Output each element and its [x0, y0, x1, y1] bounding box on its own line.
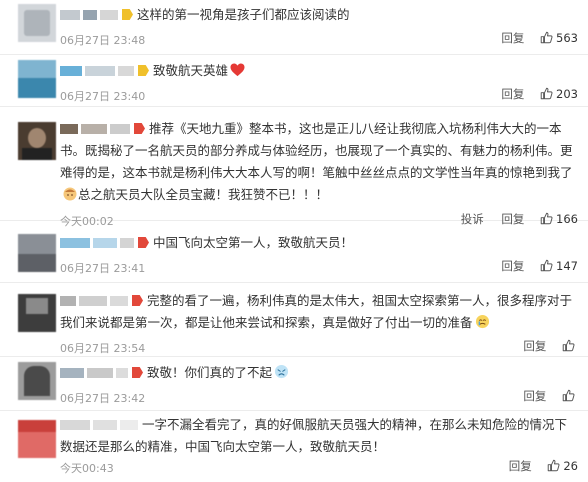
username-redacted[interactable]	[60, 123, 130, 134]
username-redacted[interactable]	[60, 237, 134, 248]
thumbs-up-icon	[540, 259, 553, 272]
like-button[interactable]: 166	[540, 212, 578, 226]
like-count: 147	[556, 259, 578, 273]
like-count: 166	[556, 212, 578, 226]
thumbs-up-icon	[548, 459, 560, 472]
avatar[interactable]	[18, 362, 56, 400]
thumbs-up-icon	[540, 31, 553, 44]
reply-button[interactable]: 回复	[501, 258, 524, 274]
thumbs-up-icon	[562, 389, 575, 402]
like-button[interactable]: 147	[540, 259, 578, 273]
like-button[interactable]	[562, 389, 578, 403]
username-redacted[interactable]	[60, 65, 134, 76]
thumbs-up-icon	[562, 339, 575, 352]
username-redacted[interactable]	[60, 9, 118, 20]
red-heart-icon	[230, 62, 245, 84]
like-count: 563	[556, 31, 578, 45]
fan-badge-icon	[132, 295, 143, 306]
comment-time: 06月27日 23:40	[60, 90, 146, 103]
like-button[interactable]: 26	[547, 459, 578, 473]
thumbs-up-icon	[540, 212, 553, 225]
fan-badge-icon	[132, 367, 143, 378]
like-button[interactable]: 563	[540, 31, 578, 45]
username-redacted[interactable]	[60, 419, 138, 430]
reply-button[interactable]: 回复	[501, 30, 524, 46]
avatar[interactable]	[18, 60, 56, 98]
comment-text: 中国飞向太空第一人，致敬航天员！	[153, 235, 354, 250]
avatar[interactable]	[18, 122, 56, 160]
avatar[interactable]	[18, 294, 56, 332]
sob-emoji-icon	[274, 364, 289, 386]
reply-button[interactable]: 回复	[501, 211, 524, 227]
fan-badge-icon	[138, 237, 149, 248]
comment-feed: 这样的第一视角是孩子们都应该阅读的 06月27日 23:48 回复 563 致敬…	[0, 0, 588, 482]
avatar[interactable]	[18, 420, 56, 458]
like-button[interactable]	[562, 339, 578, 353]
comment-item: 致敬！你们真的了不起 06月27日 23:42 回复	[0, 360, 588, 411]
comment-time: 06月27日 23:42	[60, 392, 146, 405]
reply-button[interactable]: 回复	[509, 458, 532, 474]
comment-item: 这样的第一视角是孩子们都应该阅读的 06月27日 23:48 回复 563	[0, 2, 588, 55]
comment-time: 今天00:43	[60, 462, 114, 475]
username-redacted[interactable]	[60, 367, 128, 378]
reply-button[interactable]: 回复	[523, 388, 546, 404]
comment-text: 致敬航天英雄	[153, 63, 229, 78]
thumbs-up-icon	[540, 87, 553, 100]
comment-item: 推荐《天地九重》整本书，这也是正儿八经让我彻底入坑杨利伟大大的一本书。既揭秘了一…	[0, 116, 588, 228]
comment-item: 完整的看了一遍，杨利伟真的是太伟大，祖国太空探索第一人，很多程序对于我们来说都是…	[0, 288, 588, 357]
report-button[interactable]: 投诉	[461, 211, 484, 227]
comment-text: 致敬！你们真的了不起	[147, 365, 273, 380]
avatar[interactable]	[18, 234, 56, 272]
comment-text-tail: 总之航天员大队全员宝藏！我狂赞不已！！！	[78, 187, 329, 202]
avatar[interactable]	[18, 4, 56, 42]
username-redacted[interactable]	[60, 295, 128, 306]
reply-button[interactable]: 回复	[523, 338, 546, 354]
comment-time: 06月27日 23:48	[60, 34, 146, 47]
fan-badge-icon	[134, 123, 145, 134]
like-count: 26	[563, 459, 578, 473]
reply-button[interactable]: 回复	[501, 86, 524, 102]
comment-item: 中国飞向太空第一人，致敬航天员！ 06月27日 23:41 回复 147	[0, 230, 588, 283]
crying-face-emoji-icon	[475, 314, 490, 336]
comment-time: 06月27日 23:54	[60, 342, 146, 355]
comment-time: 06月27日 23:41	[60, 262, 146, 275]
fan-badge-icon	[138, 65, 149, 76]
like-button[interactable]: 203	[540, 87, 578, 101]
comment-text: 这样的第一视角是孩子们都应该阅读的	[137, 7, 350, 22]
bowing-face-emoji-icon	[62, 186, 78, 208]
like-count: 203	[556, 87, 578, 101]
comment-item: 一字不漏全看完了，真的好佩服航天员强大的精神，在那么未知危险的情况下数据还是那么…	[0, 412, 588, 482]
comment-time: 今天00:02	[60, 215, 114, 228]
fan-badge-icon	[122, 9, 133, 20]
comment-item: 致敬航天英雄 06月27日 23:40 回复 203	[0, 56, 588, 107]
